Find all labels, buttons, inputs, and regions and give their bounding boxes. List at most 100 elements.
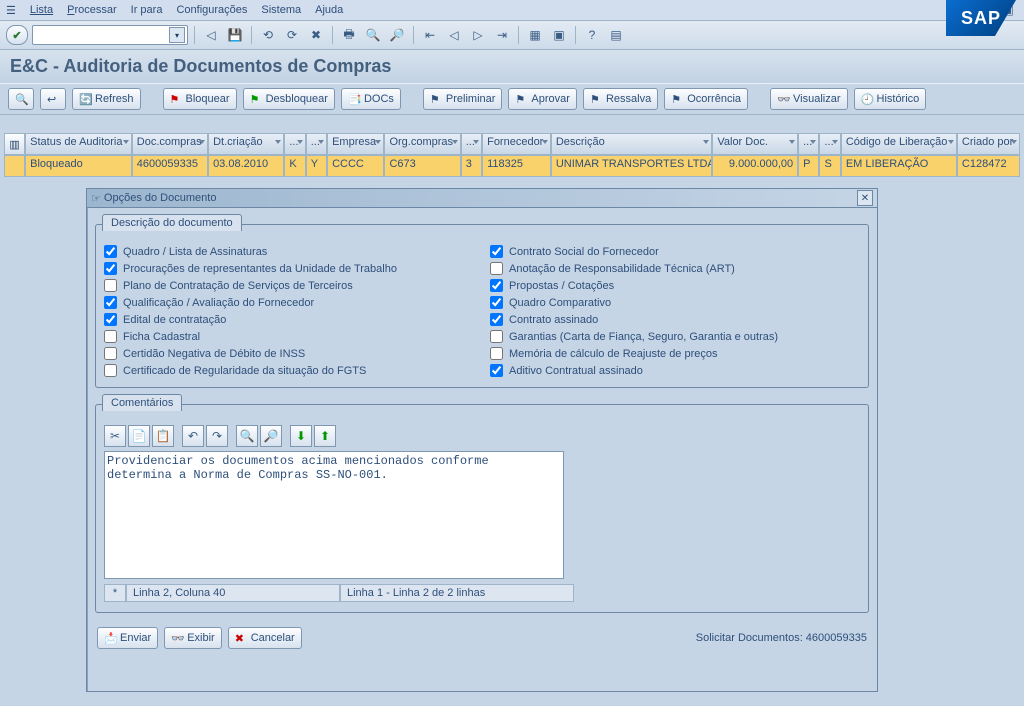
find-icon[interactable]: 🔍 bbox=[363, 25, 383, 45]
doc-check-input[interactable] bbox=[104, 364, 117, 377]
docs-button[interactable]: 📑DOCs bbox=[341, 88, 401, 110]
shortcut-icon[interactable]: ▣ bbox=[549, 25, 569, 45]
save-icon[interactable]: 💾 bbox=[225, 25, 245, 45]
doc-check-input[interactable] bbox=[104, 296, 117, 309]
aprovar-button[interactable]: ⚑Aprovar bbox=[508, 88, 577, 110]
menu-handle-icon[interactable]: ☰ bbox=[6, 4, 16, 17]
session-icon[interactable]: ▦ bbox=[525, 25, 545, 45]
enviar-button[interactable]: 📩Enviar bbox=[97, 627, 158, 649]
doc-check-10[interactable]: Ficha Cadastral bbox=[104, 330, 474, 343]
doc-check-input[interactable] bbox=[104, 330, 117, 343]
cut-icon[interactable]: ✂ bbox=[104, 425, 126, 447]
col-forn[interactable]: Fornecedor bbox=[482, 133, 551, 155]
col-s[interactable]: ... bbox=[819, 133, 840, 155]
import-icon[interactable]: ⬇ bbox=[290, 425, 312, 447]
doc-check-8[interactable]: Edital de contratação bbox=[104, 313, 474, 326]
print-icon[interactable]: 🖶 bbox=[339, 25, 359, 45]
bloquear-button[interactable]: ⚑Bloquear bbox=[163, 88, 237, 110]
col-status[interactable]: Status de Auditoria bbox=[25, 133, 132, 155]
col-codlib[interactable]: Código de Liberação bbox=[841, 133, 957, 155]
back-icon[interactable]: ◁ bbox=[201, 25, 221, 45]
help-icon[interactable]: ? bbox=[582, 25, 602, 45]
find-text-icon[interactable]: 🔍 bbox=[236, 425, 258, 447]
cancelar-button[interactable]: ✖Cancelar bbox=[228, 627, 302, 649]
doc-check-input[interactable] bbox=[104, 313, 117, 326]
detail-button[interactable]: 🔍 bbox=[8, 88, 34, 110]
ressalva-button[interactable]: ⚑Ressalva bbox=[583, 88, 658, 110]
col-p[interactable]: ... bbox=[798, 133, 819, 155]
menu-config[interactable]: Configurações bbox=[176, 4, 247, 16]
back-button[interactable]: ↩ bbox=[40, 88, 66, 110]
layout-icon[interactable]: ▤ bbox=[606, 25, 626, 45]
doc-check-input[interactable] bbox=[490, 245, 503, 258]
doc-check-input[interactable] bbox=[490, 330, 503, 343]
menu-lista[interactable]: Lista bbox=[30, 4, 53, 16]
col-criado[interactable]: Criado por bbox=[957, 133, 1020, 155]
doc-check-input[interactable] bbox=[104, 262, 117, 275]
col-valor[interactable]: Valor Doc. bbox=[712, 133, 798, 155]
col-empresa[interactable]: Empresa bbox=[327, 133, 384, 155]
copy-icon[interactable]: 📄 bbox=[128, 425, 150, 447]
table-row[interactable]: Bloqueado 4600059335 03.08.2010 K Y CCCC… bbox=[4, 155, 1020, 177]
back2-icon[interactable]: ⟲ bbox=[258, 25, 278, 45]
col-desc[interactable]: Descrição bbox=[551, 133, 713, 155]
col-k[interactable]: ... bbox=[284, 133, 305, 155]
doc-check-13[interactable]: Memória de cálculo de Reajuste de preços bbox=[490, 347, 860, 360]
findnext-text-icon[interactable]: 🔎 bbox=[260, 425, 282, 447]
doc-check-input[interactable] bbox=[104, 347, 117, 360]
doc-check-1[interactable]: Contrato Social do Fornecedor bbox=[490, 245, 860, 258]
menu-sistema[interactable]: Sistema bbox=[261, 4, 301, 16]
dialog-close-button[interactable]: ✕ bbox=[857, 190, 873, 206]
doc-check-11[interactable]: Garantias (Carta de Fiança, Seguro, Gara… bbox=[490, 330, 860, 343]
doc-check-7[interactable]: Quadro Comparativo bbox=[490, 296, 860, 309]
col-data[interactable]: Dt.criação bbox=[208, 133, 284, 155]
doc-check-5[interactable]: Propostas / Cotações bbox=[490, 279, 860, 292]
comments-textarea[interactable] bbox=[104, 451, 564, 579]
last-icon[interactable]: ⇥ bbox=[492, 25, 512, 45]
prev-icon[interactable]: ◁ bbox=[444, 25, 464, 45]
paste-icon[interactable]: 📋 bbox=[152, 425, 174, 447]
preliminar-button[interactable]: ⚑Preliminar bbox=[423, 88, 503, 110]
col-t[interactable]: ... bbox=[461, 133, 482, 155]
redo-icon[interactable]: ↷ bbox=[206, 425, 228, 447]
ok-enter-button[interactable]: ✔ bbox=[6, 25, 28, 45]
doc-check-15[interactable]: Aditivo Contratual assinado bbox=[490, 364, 860, 377]
doc-check-2[interactable]: Procurações de representantes da Unidade… bbox=[104, 262, 474, 275]
doc-check-input[interactable] bbox=[490, 364, 503, 377]
doc-check-14[interactable]: Certificado de Regularidade da situação … bbox=[104, 364, 474, 377]
menu-irpara[interactable]: Ir para bbox=[131, 4, 163, 16]
findnext-icon[interactable]: 🔎 bbox=[387, 25, 407, 45]
doc-check-input[interactable] bbox=[104, 279, 117, 292]
cancel-icon[interactable]: ✖ bbox=[306, 25, 326, 45]
doc-check-input[interactable] bbox=[490, 262, 503, 275]
exibir-button[interactable]: 👓Exibir bbox=[164, 627, 222, 649]
doc-check-input[interactable] bbox=[490, 279, 503, 292]
ocorrencia-button[interactable]: ⚑Ocorrência bbox=[664, 88, 748, 110]
menu-ajuda[interactable]: Ajuda bbox=[315, 4, 343, 16]
export-icon[interactable]: ⬆ bbox=[314, 425, 336, 447]
first-icon[interactable]: ⇤ bbox=[420, 25, 440, 45]
chevron-down-icon[interactable]: ▾ bbox=[169, 27, 185, 43]
doc-check-9[interactable]: Contrato assinado bbox=[490, 313, 860, 326]
visualizar-button[interactable]: 👓Visualizar bbox=[770, 88, 848, 110]
row-selector[interactable] bbox=[4, 155, 25, 177]
doc-check-12[interactable]: Certidão Negativa de Débito de INSS bbox=[104, 347, 474, 360]
col-y[interactable]: ... bbox=[306, 133, 327, 155]
menu-processar[interactable]: Processar bbox=[67, 4, 117, 16]
select-all-button[interactable]: ▥ bbox=[4, 133, 25, 155]
doc-check-4[interactable]: Plano de Contratação de Serviços de Terc… bbox=[104, 279, 474, 292]
doc-check-input[interactable] bbox=[490, 347, 503, 360]
refresh-button[interactable]: 🔄Refresh bbox=[72, 88, 141, 110]
doc-check-input[interactable] bbox=[490, 313, 503, 326]
doc-check-input[interactable] bbox=[490, 296, 503, 309]
doc-check-0[interactable]: Quadro / Lista de Assinaturas bbox=[104, 245, 474, 258]
next-icon[interactable]: ▷ bbox=[468, 25, 488, 45]
col-doc[interactable]: Doc.compras bbox=[132, 133, 208, 155]
desbloquear-button[interactable]: ⚑Desbloquear bbox=[243, 88, 335, 110]
doc-check-input[interactable] bbox=[104, 245, 117, 258]
doc-check-6[interactable]: Qualificação / Avaliação do Fornecedor bbox=[104, 296, 474, 309]
col-org[interactable]: Org.compras bbox=[384, 133, 460, 155]
historico-button[interactable]: 🕘Histórico bbox=[854, 88, 927, 110]
exit-icon[interactable]: ⟳ bbox=[282, 25, 302, 45]
command-field[interactable]: ▾ bbox=[32, 25, 188, 45]
